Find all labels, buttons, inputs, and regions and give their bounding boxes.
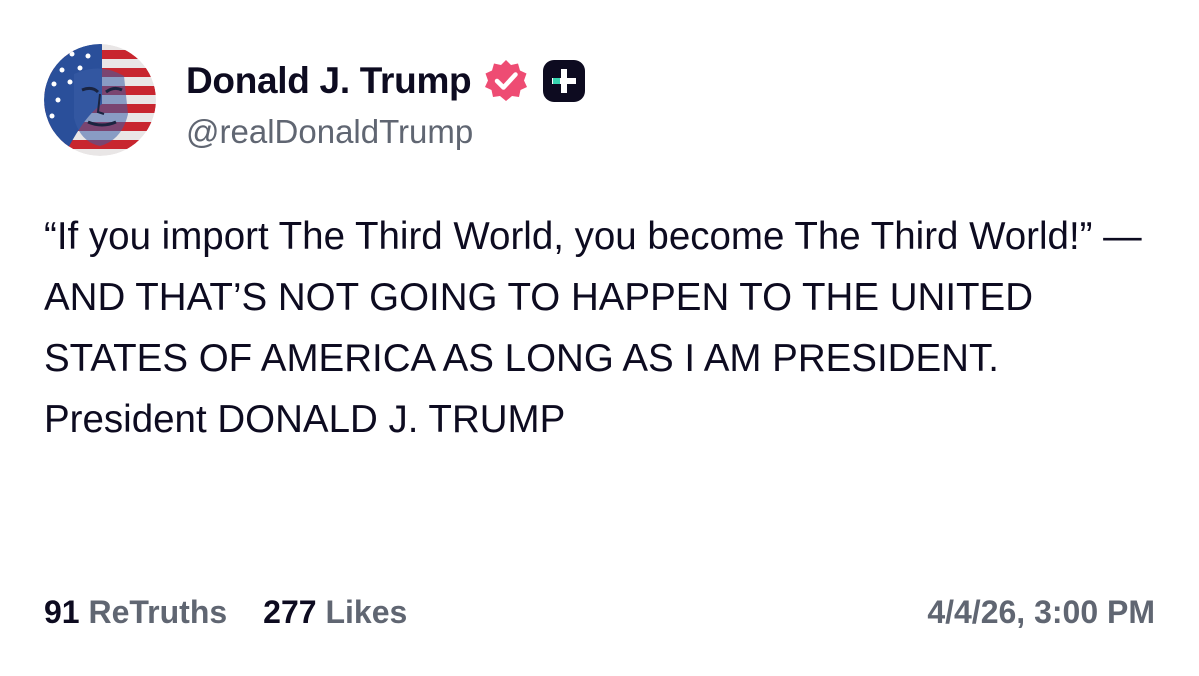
author-display-name[interactable]: Donald J. Trump: [186, 60, 472, 102]
verified-badge-icon: [483, 58, 529, 104]
post-stats: 91 ReTruths 277 Likes: [44, 594, 407, 631]
likes-stat[interactable]: 277 Likes: [263, 594, 407, 631]
truth-plus-icon: [541, 58, 587, 104]
retruths-stat[interactable]: 91 ReTruths: [44, 594, 227, 631]
avatar-image: [44, 44, 156, 156]
avatar[interactable]: [44, 44, 156, 156]
likes-label: Likes: [325, 594, 408, 630]
author-handle[interactable]: @realDonaldTrump: [186, 113, 473, 151]
retruths-label: ReTruths: [88, 594, 228, 630]
likes-count: 277: [263, 594, 317, 630]
post-timestamp[interactable]: 4/4/26, 3:00 PM: [927, 594, 1155, 631]
truth-post: Donald J. Trump @realDonaldTrump “If you…: [0, 0, 1199, 676]
author-name-row: Donald J. Trump: [186, 55, 587, 107]
post-body-text: “If you import The Third World, you beco…: [44, 215, 1142, 441]
retruths-count: 91: [44, 594, 80, 630]
